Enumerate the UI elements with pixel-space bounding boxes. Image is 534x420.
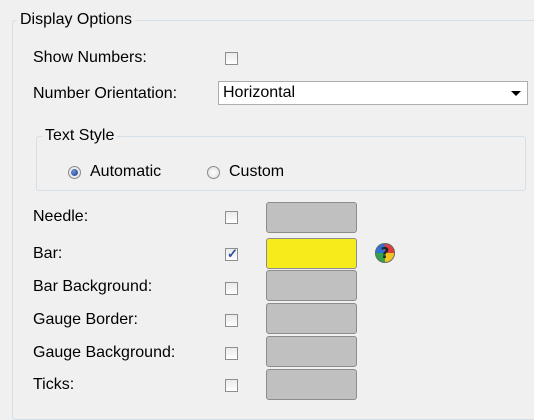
chevron-down-icon[interactable] [511, 91, 521, 96]
bar-background-color-swatch[interactable] [266, 270, 357, 301]
needle-color-swatch[interactable] [266, 202, 357, 233]
number-orientation-select[interactable]: Horizontal [218, 81, 528, 105]
radio-custom[interactable] [207, 166, 220, 179]
checkmark-icon: ✓ [227, 246, 238, 261]
help-icon[interactable]: ? [375, 243, 395, 263]
radio-selected-dot [71, 169, 78, 176]
gauge-border-checkbox[interactable] [225, 314, 238, 327]
gauge-border-color-swatch[interactable] [266, 303, 357, 334]
needle-checkbox[interactable] [225, 211, 238, 224]
display-options-title: Display Options [17, 11, 136, 29]
bar-background-label: Bar Background: [33, 278, 153, 295]
gauge-background-label: Gauge Background: [33, 344, 176, 361]
bar-color-swatch[interactable] [266, 238, 357, 269]
gauge-background-checkbox[interactable] [225, 347, 238, 360]
ticks-checkbox[interactable] [225, 379, 238, 392]
radio-automatic[interactable] [68, 166, 81, 179]
show-numbers-checkbox[interactable] [225, 52, 238, 65]
radio-custom-label[interactable]: Custom [229, 162, 284, 182]
bar-background-checkbox[interactable] [225, 282, 238, 295]
bar-label: Bar: [33, 245, 63, 262]
gauge-border-label: Gauge Border: [33, 311, 138, 328]
bar-checkbox[interactable]: ✓ [225, 246, 238, 261]
needle-label: Needle: [33, 208, 89, 225]
ticks-color-swatch[interactable] [266, 369, 357, 400]
ticks-label: Ticks: [33, 376, 75, 393]
number-orientation-label: Number Orientation: [33, 85, 178, 102]
radio-automatic-label[interactable]: Automatic [90, 162, 161, 182]
gauge-background-color-swatch[interactable] [266, 336, 357, 367]
text-style-title: Text Style [42, 127, 118, 145]
number-orientation-value: Horizontal [223, 84, 296, 101]
show-numbers-label: Show Numbers: [33, 49, 147, 66]
